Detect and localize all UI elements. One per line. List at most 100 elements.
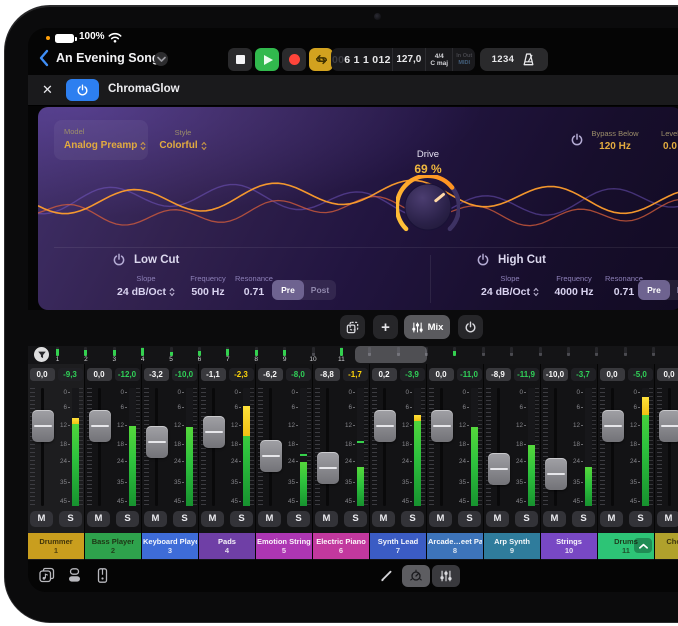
peak-value[interactable]: -11,9 xyxy=(514,368,539,381)
solo-button[interactable]: S xyxy=(173,511,196,527)
solo-button[interactable]: S xyxy=(59,511,82,527)
track-name-block[interactable]: Arp Synth9 xyxy=(484,533,540,559)
back-button[interactable] xyxy=(38,49,50,67)
track-name-block[interactable]: Emotion Strings5 xyxy=(256,533,312,559)
post-button[interactable]: Post xyxy=(304,280,336,300)
lcd-display[interactable]: 006 1 1 012 127,0 4/4C maj In Out MIDI xyxy=(331,48,475,71)
peak-value[interactable]: -10,0 xyxy=(172,368,197,381)
fader-value[interactable]: -6,2 xyxy=(258,368,283,381)
mix-view-button[interactable]: Mix xyxy=(404,315,450,339)
fader-handle[interactable] xyxy=(545,458,567,490)
bypass-power-icon[interactable] xyxy=(570,133,584,147)
peak-value[interactable]: -2,3 xyxy=(229,368,254,381)
fader-handle[interactable] xyxy=(431,410,453,442)
peak-value[interactable]: -9,3 xyxy=(58,368,83,381)
close-plugin-button[interactable]: ✕ xyxy=(42,82,53,98)
fader-value[interactable]: 0,0 xyxy=(657,368,678,381)
slope-value[interactable]: 24 dB/Oct xyxy=(108,286,184,298)
add-track-button[interactable]: + xyxy=(373,315,398,339)
fader-value[interactable]: -3,2 xyxy=(144,368,169,381)
mute-button[interactable]: M xyxy=(657,511,678,527)
bypass-below-value[interactable]: 120 Hz xyxy=(584,141,646,152)
fader-value[interactable]: 0,0 xyxy=(429,368,454,381)
solo-button[interactable]: S xyxy=(230,511,253,527)
mute-button[interactable]: M xyxy=(258,511,281,527)
mute-button[interactable]: M xyxy=(429,511,452,527)
track-name-block[interactable]: Pads4 xyxy=(199,533,255,559)
track-name-block[interactable]: Synth Lead7 xyxy=(370,533,426,559)
song-menu-button[interactable] xyxy=(154,52,168,66)
fader-value[interactable]: -10,0 xyxy=(543,368,568,381)
collapse-stack-button[interactable] xyxy=(634,538,652,553)
record-button[interactable] xyxy=(282,48,306,71)
peak-value[interactable]: -12,0 xyxy=(115,368,140,381)
fader-handle[interactable] xyxy=(89,410,111,442)
solo-button[interactable]: S xyxy=(458,511,481,527)
cycle-button[interactable] xyxy=(309,48,333,71)
peak-value[interactable]: -3,9 xyxy=(400,368,425,381)
track-name-block[interactable]: Chorus V12 xyxy=(655,533,678,559)
solo-button[interactable]: S xyxy=(344,511,367,527)
track-name-block[interactable]: Drums11 xyxy=(598,533,654,559)
solo-button[interactable]: S xyxy=(629,511,652,527)
mute-button[interactable]: M xyxy=(144,511,167,527)
fader-value[interactable]: -1,1 xyxy=(201,368,226,381)
solo-button[interactable]: S xyxy=(116,511,139,527)
play-button[interactable] xyxy=(255,48,279,71)
overview-scroll-window[interactable] xyxy=(355,346,427,363)
controls-view-button[interactable] xyxy=(402,565,430,587)
track-name-block[interactable]: Arcade…eet Pad8 xyxy=(427,533,483,559)
post-button[interactable]: Post xyxy=(670,280,678,300)
keyboard-icon[interactable] xyxy=(94,567,111,584)
fader-value[interactable]: 0,0 xyxy=(600,368,625,381)
style-selector[interactable]: Colorful xyxy=(148,140,218,151)
mute-button[interactable]: M xyxy=(30,511,53,527)
solo-button[interactable]: S xyxy=(287,511,310,527)
peak-value[interactable]: -3,7 xyxy=(571,368,596,381)
peak-value[interactable]: -1,7 xyxy=(343,368,368,381)
drive-knob[interactable] xyxy=(396,175,460,239)
song-title[interactable]: An Evening Song xyxy=(56,51,159,65)
mute-button[interactable]: M xyxy=(543,511,566,527)
faders-view-button[interactable] xyxy=(432,565,460,587)
level-value[interactable]: 0.0 xyxy=(650,141,678,152)
plugin-power-button[interactable] xyxy=(66,79,99,101)
mute-button[interactable]: M xyxy=(600,511,623,527)
fader-handle[interactable] xyxy=(374,410,396,442)
mute-button[interactable]: M xyxy=(372,511,395,527)
fader-value[interactable]: 0,0 xyxy=(30,368,55,381)
mixer-power-button[interactable] xyxy=(458,315,483,339)
lowcut-power-button[interactable] xyxy=(112,253,126,267)
track-name-block[interactable]: Drummer1 xyxy=(28,533,84,559)
slope-value[interactable]: 24 dB/Oct xyxy=(472,286,548,298)
peak-value[interactable]: -11,0 xyxy=(457,368,482,381)
track-overview-strip[interactable]: 1234567891011 xyxy=(28,346,678,364)
fader-handle[interactable] xyxy=(488,453,510,485)
peak-value[interactable]: -5,0 xyxy=(628,368,653,381)
fader-value[interactable]: 0,2 xyxy=(372,368,397,381)
fader-value[interactable]: -8,8 xyxy=(315,368,340,381)
count-in-button[interactable]: 1234 xyxy=(492,54,515,65)
pre-button[interactable]: Pre xyxy=(272,280,304,300)
solo-button[interactable]: S xyxy=(401,511,424,527)
mute-button[interactable]: M xyxy=(486,511,509,527)
track-name-block[interactable]: Electric Piano6 xyxy=(313,533,369,559)
fader-handle[interactable] xyxy=(32,410,54,442)
mute-button[interactable]: M xyxy=(315,511,338,527)
fader-handle[interactable] xyxy=(260,440,282,472)
fader-handle[interactable] xyxy=(146,426,168,458)
peak-value[interactable]: -8,0 xyxy=(286,368,311,381)
track-name-block[interactable]: Bass Player2 xyxy=(85,533,141,559)
fader-handle[interactable] xyxy=(203,416,225,448)
stop-button[interactable] xyxy=(228,48,252,71)
highcut-power-button[interactable] xyxy=(476,253,490,267)
solo-button[interactable]: S xyxy=(515,511,538,527)
fader-handle[interactable] xyxy=(317,452,339,484)
fader-handle[interactable] xyxy=(659,410,678,442)
fader-handle[interactable] xyxy=(602,410,624,442)
fader-value[interactable]: 0,0 xyxy=(87,368,112,381)
fader-value[interactable]: -8,9 xyxy=(486,368,511,381)
solo-button[interactable]: S xyxy=(572,511,595,527)
plugins-icon[interactable] xyxy=(66,567,83,584)
pencil-icon[interactable] xyxy=(378,567,395,584)
